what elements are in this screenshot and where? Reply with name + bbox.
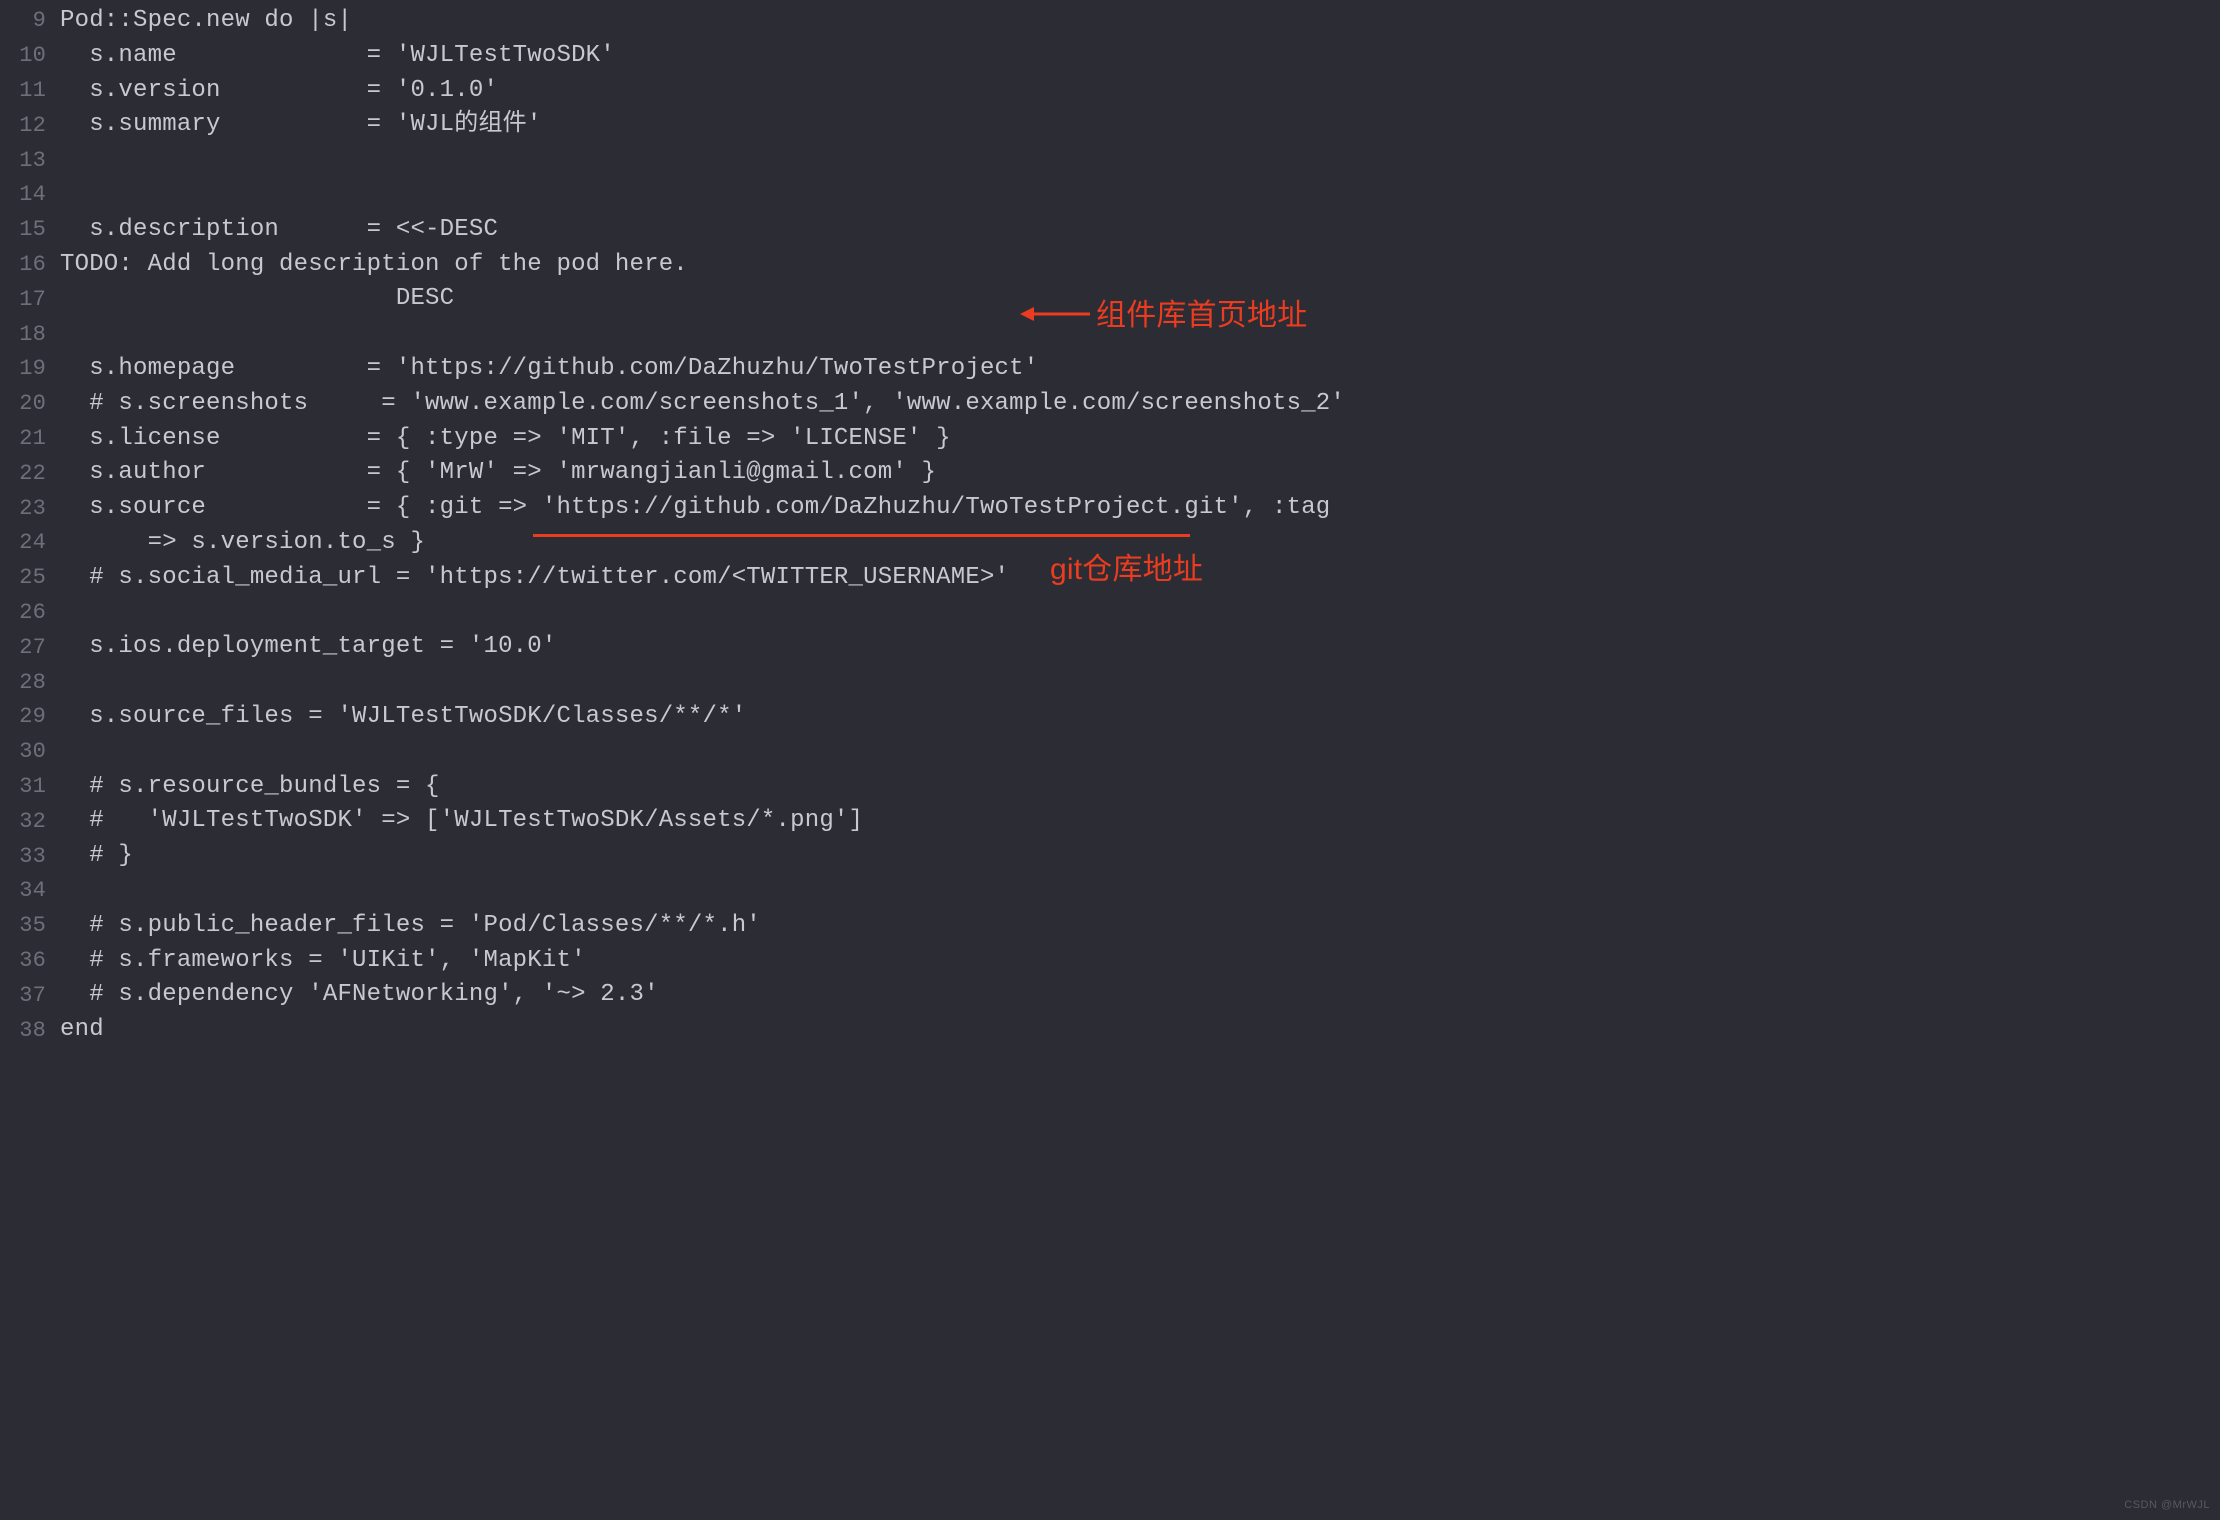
code-text: s.source = { :git => 'https://github.com… xyxy=(60,491,1330,526)
line-number: 16 xyxy=(0,249,60,281)
line-number: 20 xyxy=(0,388,60,420)
line-number: 19 xyxy=(0,353,60,385)
code-text: s.ios.deployment_target = '10.0' xyxy=(60,630,556,665)
code-text: DESC xyxy=(60,282,454,317)
code-text: Pod::Spec.new do |s| xyxy=(60,4,352,39)
line-number: 29 xyxy=(0,701,60,733)
code-text: s.name = 'WJLTestTwoSDK' xyxy=(60,39,615,74)
code-text: s.license = { :type => 'MIT', :file => '… xyxy=(60,422,951,457)
code-editor[interactable]: 9Pod::Spec.new do |s|10 s.name = 'WJLTes… xyxy=(0,0,2220,1048)
line-number: 33 xyxy=(0,841,60,873)
line-number: 10 xyxy=(0,40,60,72)
code-line[interactable]: 35 # s.public_header_files = 'Pod/Classe… xyxy=(0,909,2220,944)
code-line[interactable]: 16TODO: Add long description of the pod … xyxy=(0,248,2220,283)
line-number: 36 xyxy=(0,945,60,977)
code-line[interactable]: 29 s.source_files = 'WJLTestTwoSDK/Class… xyxy=(0,700,2220,735)
code-text: => s.version.to_s } xyxy=(60,526,425,561)
line-number: 30 xyxy=(0,736,60,768)
line-number: 25 xyxy=(0,562,60,594)
code-text: # s.resource_bundles = { xyxy=(60,770,440,805)
code-line[interactable]: 23 s.source = { :git => 'https://github.… xyxy=(0,491,2220,526)
code-text: s.source_files = 'WJLTestTwoSDK/Classes/… xyxy=(60,700,746,735)
line-number: 11 xyxy=(0,75,60,107)
line-number: 23 xyxy=(0,493,60,525)
code-line[interactable]: 11 s.version = '0.1.0' xyxy=(0,74,2220,109)
line-number: 32 xyxy=(0,806,60,838)
code-line[interactable]: 38end xyxy=(0,1013,2220,1048)
line-number: 35 xyxy=(0,910,60,942)
code-line[interactable]: 20 # s.screenshots = 'www.example.com/sc… xyxy=(0,387,2220,422)
line-number: 17 xyxy=(0,284,60,316)
code-line[interactable]: 31 # s.resource_bundles = { xyxy=(0,770,2220,805)
annotation-homepage-label: 组件库首页地址 xyxy=(1096,294,1307,338)
code-text: TODO: Add long description of the pod he… xyxy=(60,248,688,283)
line-number: 26 xyxy=(0,597,60,629)
code-text: # } xyxy=(60,839,133,874)
code-line[interactable]: 14 xyxy=(0,178,2220,213)
line-number: 9 xyxy=(0,5,60,37)
code-line[interactable]: 15 s.description = <<-DESC xyxy=(0,213,2220,248)
code-line[interactable]: 33 # } xyxy=(0,839,2220,874)
code-line[interactable]: 27 s.ios.deployment_target = '10.0' xyxy=(0,630,2220,665)
code-line[interactable]: 37 # s.dependency 'AFNetworking', '~> 2.… xyxy=(0,978,2220,1013)
code-text: # s.dependency 'AFNetworking', '~> 2.3' xyxy=(60,978,659,1013)
watermark: CSDN @MrWJL xyxy=(2124,1498,2210,1514)
line-number: 14 xyxy=(0,179,60,211)
code-line[interactable]: 9Pod::Spec.new do |s| xyxy=(0,4,2220,39)
code-line[interactable]: 13 xyxy=(0,143,2220,178)
code-line[interactable]: 32 # 'WJLTestTwoSDK' => ['WJLTestTwoSDK/… xyxy=(0,804,2220,839)
line-number: 18 xyxy=(0,319,60,351)
code-text: s.description = <<-DESC xyxy=(60,213,498,248)
code-line[interactable]: 26 xyxy=(0,596,2220,631)
annotation-underline-git-url xyxy=(533,534,1190,537)
code-text: # s.public_header_files = 'Pod/Classes/*… xyxy=(60,909,761,944)
line-number: 24 xyxy=(0,527,60,559)
code-line[interactable]: 10 s.name = 'WJLTestTwoSDK' xyxy=(0,39,2220,74)
line-number: 31 xyxy=(0,771,60,803)
code-line[interactable]: 22 s.author = { 'MrW' => 'mrwangjianli@g… xyxy=(0,456,2220,491)
code-line[interactable]: 28 xyxy=(0,665,2220,700)
code-text: # s.frameworks = 'UIKit', 'MapKit' xyxy=(60,944,586,979)
code-line[interactable]: 12 s.summary = 'WJL的组件' xyxy=(0,108,2220,143)
code-text: s.homepage = 'https://github.com/DaZhuzh… xyxy=(60,352,1038,387)
code-text: # 'WJLTestTwoSDK' => ['WJLTestTwoSDK/Ass… xyxy=(60,804,863,839)
annotation-arrow-homepage xyxy=(1020,302,1090,326)
code-text: end xyxy=(60,1013,104,1048)
line-number: 15 xyxy=(0,214,60,246)
code-text: s.version = '0.1.0' xyxy=(60,74,498,109)
line-number: 12 xyxy=(0,110,60,142)
line-number: 22 xyxy=(0,458,60,490)
code-line[interactable]: 36 # s.frameworks = 'UIKit', 'MapKit' xyxy=(0,944,2220,979)
code-line[interactable]: 34 xyxy=(0,874,2220,909)
code-text: # s.screenshots = 'www.example.com/scree… xyxy=(60,387,1345,422)
code-text: s.summary = 'WJL的组件' xyxy=(60,108,541,143)
line-number: 27 xyxy=(0,632,60,664)
code-line[interactable]: 30 xyxy=(0,735,2220,770)
line-number: 37 xyxy=(0,980,60,1012)
code-text: # s.social_media_url = 'https://twitter.… xyxy=(60,561,1009,596)
line-number: 34 xyxy=(0,875,60,907)
code-line[interactable]: 21 s.license = { :type => 'MIT', :file =… xyxy=(0,422,2220,457)
line-number: 13 xyxy=(0,145,60,177)
code-text: s.author = { 'MrW' => 'mrwangjianli@gmai… xyxy=(60,456,936,491)
line-number: 38 xyxy=(0,1015,60,1047)
annotation-git-label: git仓库地址 xyxy=(1050,548,1203,592)
line-number: 21 xyxy=(0,423,60,455)
code-line[interactable]: 19 s.homepage = 'https://github.com/DaZh… xyxy=(0,352,2220,387)
line-number: 28 xyxy=(0,667,60,699)
